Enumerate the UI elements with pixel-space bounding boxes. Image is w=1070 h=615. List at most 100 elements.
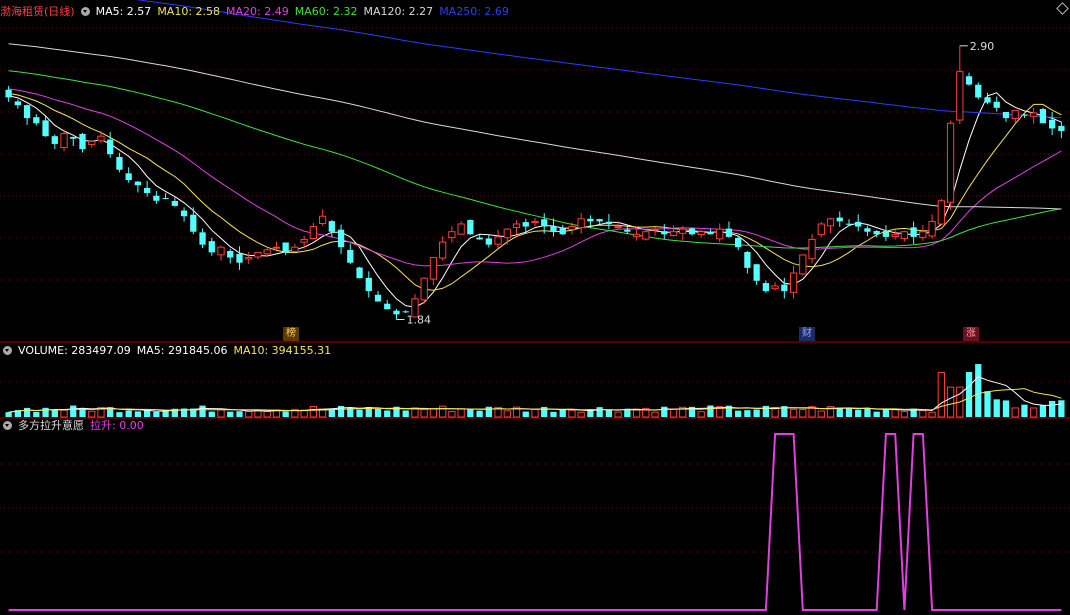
- volume-bar-up: [937, 371, 945, 418]
- candle-body-up: [679, 228, 687, 234]
- candle-body-down: [79, 133, 86, 150]
- chevron-down-icon[interactable]: [3, 421, 12, 430]
- candle-body-down: [180, 210, 188, 217]
- candle-body-down: [1058, 125, 1065, 132]
- candle-body-up: [217, 246, 225, 256]
- marker-cai[interactable]: 财: [799, 327, 815, 341]
- candle-body-up: [799, 254, 807, 275]
- candle-body-up: [420, 277, 428, 301]
- marker-bang[interactable]: 榜: [283, 327, 299, 341]
- marker-zhang[interactable]: 涨: [963, 327, 979, 341]
- candle-body-down: [855, 221, 862, 227]
- candle-body-down: [476, 237, 483, 240]
- candle-body-down: [661, 231, 668, 235]
- candle-body-up: [669, 231, 678, 236]
- ma10-label: MA10: 2.58: [157, 5, 221, 18]
- candle-body-down: [134, 181, 142, 186]
- candle-body-down: [1039, 109, 1047, 124]
- candle-body-down: [550, 226, 557, 232]
- volume-bar-down: [134, 411, 142, 417]
- volume-bar-down: [23, 407, 31, 417]
- candle-body-down: [337, 229, 345, 248]
- volume-bar-down: [236, 411, 243, 417]
- candle-body-up: [97, 135, 105, 142]
- candle-body-down: [282, 242, 289, 253]
- candle-body-down: [596, 219, 603, 222]
- volume-bar-down: [33, 411, 40, 417]
- candle-body-up: [531, 220, 539, 224]
- candle-body-down: [753, 264, 760, 281]
- candle-body-down: [162, 198, 169, 200]
- chevron-down-icon[interactable]: [3, 346, 12, 355]
- candle-body-down: [143, 187, 151, 193]
- candle-body-down: [365, 277, 372, 292]
- candle-body-down: [70, 136, 77, 139]
- candle-body-up: [771, 285, 779, 290]
- candle-body-down: [725, 228, 733, 237]
- volume-label: VOLUME: 283497.09: [18, 344, 131, 357]
- candle-body-up: [568, 226, 576, 230]
- candle-body-up: [891, 233, 899, 238]
- candle-body-up: [263, 249, 271, 255]
- volume-bar-up: [420, 408, 428, 418]
- candle-body-down: [559, 228, 566, 235]
- candle-body-down: [485, 238, 492, 245]
- candle-body-down: [882, 230, 890, 237]
- candle-body-down: [744, 252, 751, 268]
- volume-bar-down: [993, 399, 1000, 417]
- volume-bar-down: [984, 391, 991, 417]
- candle-body-down: [688, 228, 696, 235]
- ma250-label: MA250: 2.69: [439, 5, 509, 18]
- volume-bar-up: [1011, 407, 1019, 418]
- candle-body-down: [107, 139, 114, 155]
- candle-body-up: [789, 272, 798, 293]
- candle-body-down: [199, 232, 206, 245]
- volume-bar-down: [476, 410, 483, 417]
- volume-bar-down: [753, 409, 760, 417]
- candle-body-up: [457, 223, 465, 235]
- ma5-label: MA5: 2.57: [95, 5, 152, 18]
- volume-bar-down: [744, 410, 751, 417]
- chevron-down-icon[interactable]: [80, 7, 90, 16]
- candle-body-down: [14, 101, 21, 106]
- volume-bar-up: [309, 405, 318, 418]
- candle-body-down: [762, 283, 770, 292]
- candle-body-up: [448, 231, 456, 239]
- volume-bar-down: [864, 407, 871, 417]
- volume-bar-down: [116, 412, 123, 417]
- volume-ma5-line: [8, 376, 1062, 413]
- candle-body-down: [624, 229, 631, 232]
- candle-body-up: [1030, 112, 1038, 117]
- volume-bar-down: [402, 410, 409, 417]
- ma120-label: MA120: 2.27: [363, 5, 434, 18]
- chart-canvas: 2.90 1.84: [0, 0, 1070, 611]
- candle-body-down: [522, 222, 529, 227]
- stock-title: 渤海租赁(日线): [0, 5, 75, 18]
- volume-bar-down: [550, 411, 557, 417]
- volume-bar-down: [125, 410, 132, 417]
- volume-bar-up: [503, 410, 511, 418]
- candle-body-down: [836, 217, 843, 222]
- candle-body-up: [716, 228, 724, 240]
- candle-body-down: [541, 219, 548, 227]
- volume-bar-up: [669, 408, 678, 418]
- volume-bar-up: [60, 409, 68, 418]
- candle-body-up: [429, 257, 438, 280]
- volume-bar-down: [282, 411, 289, 417]
- ma60-label: MA60: 2.32: [294, 5, 358, 18]
- price-header: 渤海租赁(日线) MA5: 2.57 MA10: 2.58 MA20: 2.49 MA6…: [0, 4, 515, 20]
- volume-bar-down: [5, 412, 12, 417]
- candle-body-down: [374, 294, 382, 302]
- volume-bar-up: [263, 410, 271, 418]
- volume-bar-up: [614, 411, 622, 418]
- candle-body-down: [23, 105, 31, 119]
- volume-ma10-label: MA10: 394155.31: [233, 344, 332, 357]
- candle-body-up: [956, 71, 964, 121]
- candle-body-up: [1011, 109, 1019, 120]
- volume-bar-up: [457, 408, 465, 418]
- volume-bar-up: [217, 409, 225, 418]
- candle-body-down: [467, 220, 474, 235]
- candle-body-up: [494, 236, 502, 245]
- volume-bar-up: [817, 410, 825, 418]
- volume-bar-down: [51, 409, 58, 417]
